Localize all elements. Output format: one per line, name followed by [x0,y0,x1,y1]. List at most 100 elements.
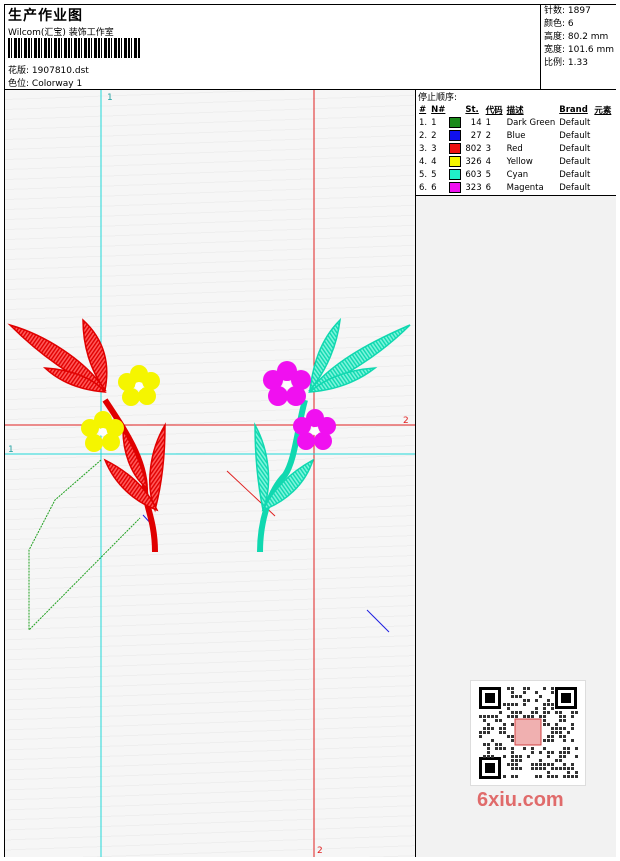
col-element: 元素 [594,106,612,116]
design-file-label: 花版: [8,66,30,76]
guide-h2-label: 2 [403,416,409,426]
row-brand: Default [559,117,591,128]
row-code: 4 [485,156,492,167]
color-row: 3. 3 802 3 Red Default [417,142,613,155]
watermark-text: 6xiu.com [477,789,564,811]
row-element [592,168,613,181]
row-stitches: 27 [470,130,482,141]
color-swatch [449,130,462,141]
sheet-title: 生产作业图 [8,8,83,24]
design-file-row: 花版: 1907810.dst [8,63,89,76]
magenta-flower-1 [263,361,311,406]
sheet-header: 生产作业图 Wilcom(汇宝) 装饰工作室 花版: 1907810.dst 色… [5,5,616,90]
color-table-header: # N# St. 代码 描述 Brand 元素 [417,104,613,116]
stop-sequence-label: 停止顺序: [418,93,458,103]
row-stitches: 14 [470,117,482,128]
row-index: 5. [419,169,428,180]
row-description: Yellow [506,156,533,167]
colorway-value: Colorway 1 [31,79,83,89]
color-swatch [449,117,462,128]
row-index: 3. [419,143,428,154]
guide-v2-label: 2 [317,846,323,856]
row-stitches: 326 [465,156,482,167]
design-file-value: 1907810.dst [31,66,89,76]
col-stitches: St. [465,105,479,115]
row-swatch [447,155,463,168]
row-swatch [447,116,463,129]
qr-code [470,680,586,786]
design-stats: 针数: 1897 颜色: 6 高度: 80.2 mm 宽度: 101.6 mm … [540,5,616,89]
row-needle: 6 [431,182,437,193]
row-element [592,181,613,194]
row-code: 5 [485,169,492,180]
row-brand: Default [559,130,591,141]
col-number: N# [431,105,446,115]
color-swatch [449,156,462,167]
row-needle: 1 [431,117,437,128]
row-description: Red [506,143,523,154]
row-element [592,155,613,168]
row-element [592,116,613,129]
design-height: 高度: 80.2 mm [544,32,609,42]
design-width: 宽度: 101.6 mm [544,45,615,55]
cyan-branch [254,317,411,553]
colorway-label: 色位: [8,79,30,89]
embroidery-canvas: 1 1 2 2 [5,90,415,857]
col-description: 描述 [506,106,524,116]
color-sequence-box: 停止顺序: # N# St. 代码 描述 Brand 元素 1. 1 14 1 Dark… [416,90,616,196]
colorway-row: 色位: Colorway 1 [8,76,82,89]
embroidery-drawing: 1 1 2 2 [5,90,415,857]
barcode [8,38,140,58]
row-brand: Default [559,182,591,193]
qr-pattern [479,687,578,779]
row-index: 6. [419,182,428,193]
row-element [592,129,613,142]
color-swatch [449,169,462,180]
color-swatch [449,182,462,193]
row-index: 4. [419,156,428,167]
row-description: Dark Green [506,117,556,128]
guide-v1-label: 1 [107,93,113,103]
row-swatch [447,129,463,142]
color-count: 颜色: 6 [544,19,574,29]
company-name: Wilcom(汇宝) 装饰工作室 [8,28,114,38]
row-index: 2. [419,130,428,141]
row-swatch [447,181,463,194]
row-needle: 5 [431,169,437,180]
col-code: 代码 [485,106,503,116]
row-needle: 3 [431,143,437,154]
yellow-flower-1 [118,365,160,406]
col-hash: # [419,105,427,115]
color-swatch [449,143,462,154]
row-needle: 4 [431,156,437,167]
col-swatch [447,104,463,116]
row-description: Cyan [506,169,529,180]
row-needle: 2 [431,130,437,141]
blue-jump-stitch-2 [366,609,390,633]
row-code: 3 [485,143,492,154]
color-table: # N# St. 代码 描述 Brand 元素 1. 1 14 1 Dark Green… [417,104,613,194]
row-brand: Default [559,169,591,180]
stitch-count: 针数: 1897 [544,6,591,16]
design-scale: 比例: 1.33 [544,58,588,68]
color-row: 4. 4 326 4 Yellow Default [417,155,613,168]
row-brand: Default [559,143,591,154]
row-code: 1 [485,117,492,128]
row-description: Magenta [506,182,544,193]
color-row: 1. 1 14 1 Dark Green Default [417,116,613,129]
row-code: 6 [485,182,492,193]
row-index: 1. [419,117,428,128]
row-swatch [447,168,463,181]
row-swatch [447,142,463,155]
col-brand: Brand [559,105,588,115]
color-row: 2. 2 27 2 Blue Default [417,129,613,142]
guide-h1-label: 1 [8,445,14,455]
row-stitches: 323 [465,182,482,193]
color-row: 5. 5 603 5 Cyan Default [417,168,613,181]
row-description: Blue [506,130,526,141]
row-brand: Default [559,156,591,167]
row-stitches: 802 [465,143,482,154]
row-code: 2 [485,130,492,141]
row-element [592,142,613,155]
color-row: 6. 6 323 6 Magenta Default [417,181,613,194]
